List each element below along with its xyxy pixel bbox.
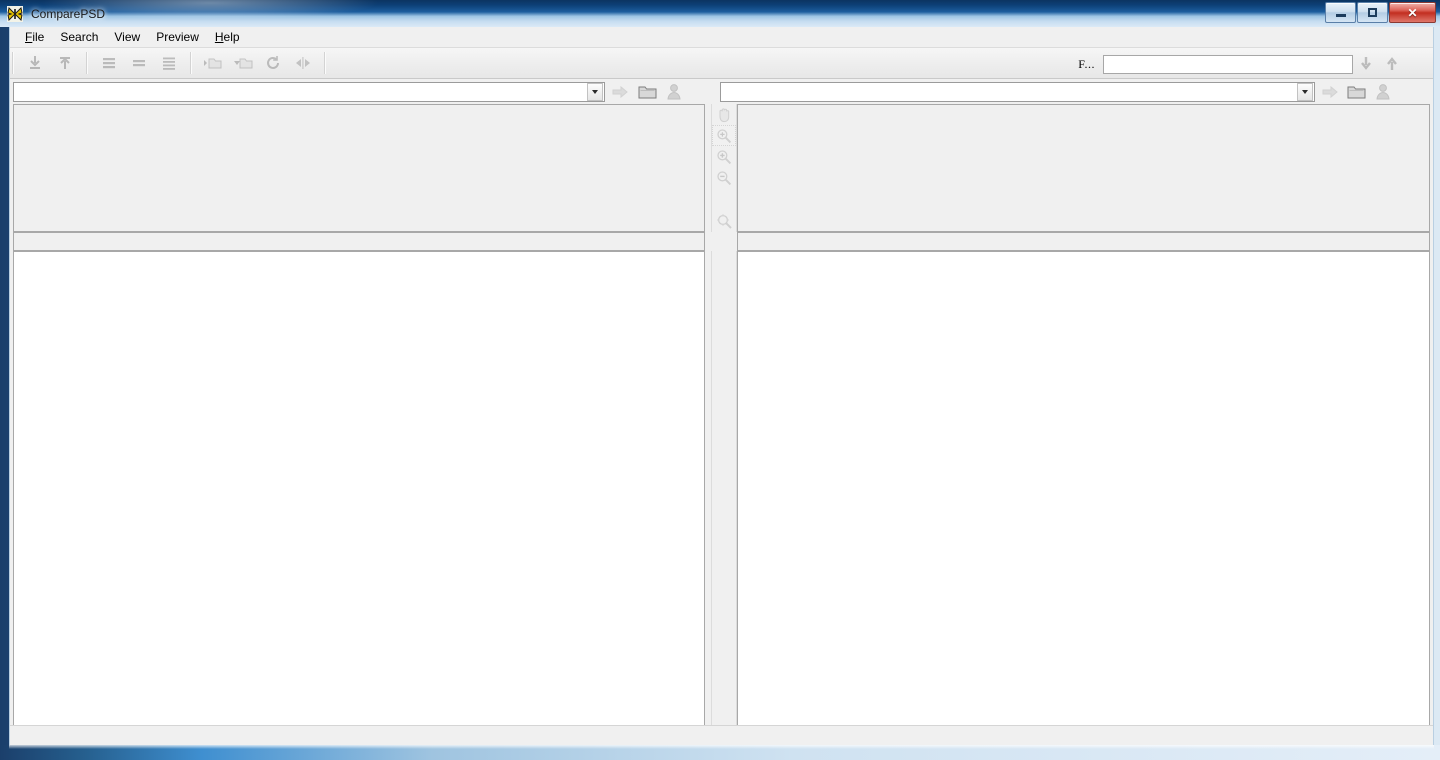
pan-hand-icon[interactable] bbox=[712, 104, 736, 125]
menu-item-file[interactable]: File bbox=[17, 28, 52, 46]
right-go-button[interactable] bbox=[1318, 81, 1342, 102]
info-strip-gap bbox=[705, 232, 737, 251]
open-folder-right-icon[interactable] bbox=[230, 51, 256, 75]
file-list-row bbox=[10, 251, 1433, 729]
toolbar-separator bbox=[190, 52, 192, 74]
left-info-strip bbox=[13, 232, 705, 251]
left-file-list[interactable] bbox=[13, 251, 705, 729]
window-title: ComparePSD bbox=[31, 6, 106, 21]
close-button[interactable]: ✕ bbox=[1389, 2, 1436, 23]
toolbar-group-folders bbox=[198, 48, 318, 78]
left-path-dropdown-button[interactable] bbox=[587, 82, 603, 101]
toolbar-group-viewmode bbox=[94, 48, 184, 78]
toolbar-group-tree bbox=[20, 48, 80, 78]
zoom-selection-icon[interactable] bbox=[712, 124, 736, 147]
menu-item-view[interactable]: View bbox=[106, 28, 148, 46]
minimize-button[interactable] bbox=[1325, 2, 1356, 23]
window-bottom-border bbox=[0, 745, 1440, 760]
left-profile-search-icon[interactable] bbox=[662, 81, 686, 102]
view-list-icon[interactable] bbox=[126, 51, 152, 75]
expand-all-icon[interactable] bbox=[52, 51, 78, 75]
maximize-icon bbox=[1368, 8, 1377, 17]
right-path-combobox[interactable] bbox=[719, 81, 1315, 102]
refresh-icon[interactable] bbox=[260, 51, 286, 75]
left-browse-folder-icon[interactable] bbox=[635, 81, 659, 102]
left-path-combobox[interactable] bbox=[13, 81, 605, 102]
right-browse-folder-icon[interactable] bbox=[1345, 81, 1369, 102]
collapse-all-icon[interactable] bbox=[22, 51, 48, 75]
minimize-icon bbox=[1335, 14, 1346, 17]
menu-bar: File Search View Preview Help bbox=[10, 27, 1433, 48]
find-previous-icon[interactable] bbox=[1379, 52, 1405, 76]
maximize-button[interactable] bbox=[1357, 2, 1388, 23]
right-path-dropdown-button[interactable] bbox=[1296, 82, 1313, 101]
left-go-button[interactable] bbox=[608, 81, 632, 102]
right-file-list[interactable] bbox=[737, 251, 1430, 729]
path-bar-row bbox=[10, 79, 1433, 104]
butterfly-icon bbox=[7, 6, 23, 22]
view-report-icon[interactable] bbox=[156, 51, 182, 75]
right-info-strip bbox=[737, 232, 1430, 251]
window-controls: ✕ bbox=[1325, 2, 1436, 23]
find-input[interactable] bbox=[1103, 54, 1353, 74]
zoom-out-icon[interactable] bbox=[712, 167, 736, 188]
application-window: ComparePSD ✕ File Search View Preview He… bbox=[0, 0, 1440, 760]
right-profile-search-icon[interactable] bbox=[1372, 81, 1396, 102]
status-bar bbox=[10, 725, 1433, 745]
menu-item-preview[interactable]: Preview bbox=[148, 28, 207, 46]
open-folder-left-icon[interactable] bbox=[200, 51, 226, 75]
find-toolbar: F... bbox=[1078, 52, 1405, 76]
chevron-down-icon bbox=[592, 89, 598, 94]
preview-row bbox=[10, 104, 1433, 232]
chevron-down-icon bbox=[1301, 89, 1308, 94]
left-preview-pane[interactable] bbox=[13, 104, 705, 232]
find-next-icon[interactable] bbox=[1353, 52, 1379, 76]
toolbar-separator bbox=[86, 52, 88, 74]
zoom-fit-icon[interactable] bbox=[712, 211, 736, 232]
toolbar-separator bbox=[324, 52, 326, 74]
main-toolbar: F... bbox=[10, 48, 1433, 79]
client-area: File Search View Preview Help F... bbox=[9, 27, 1434, 745]
right-path-bar bbox=[719, 81, 1430, 102]
menu-item-search[interactable]: Search bbox=[52, 28, 106, 46]
find-label: F... bbox=[1078, 56, 1095, 71]
zoom-in-icon[interactable] bbox=[712, 146, 736, 167]
menu-item-help[interactable]: Help bbox=[207, 28, 248, 46]
info-strip-row bbox=[10, 232, 1433, 251]
close-icon: ✕ bbox=[1407, 5, 1418, 20]
title-bar[interactable]: ComparePSD ✕ bbox=[0, 0, 1440, 27]
toolbar-separator bbox=[12, 52, 14, 74]
right-preview-pane[interactable] bbox=[737, 104, 1430, 232]
preview-tool-strip bbox=[711, 104, 737, 232]
swap-sides-icon[interactable] bbox=[290, 51, 316, 75]
pane-splitter[interactable] bbox=[711, 251, 737, 729]
view-details-icon[interactable] bbox=[96, 51, 122, 75]
left-path-bar bbox=[13, 81, 714, 102]
